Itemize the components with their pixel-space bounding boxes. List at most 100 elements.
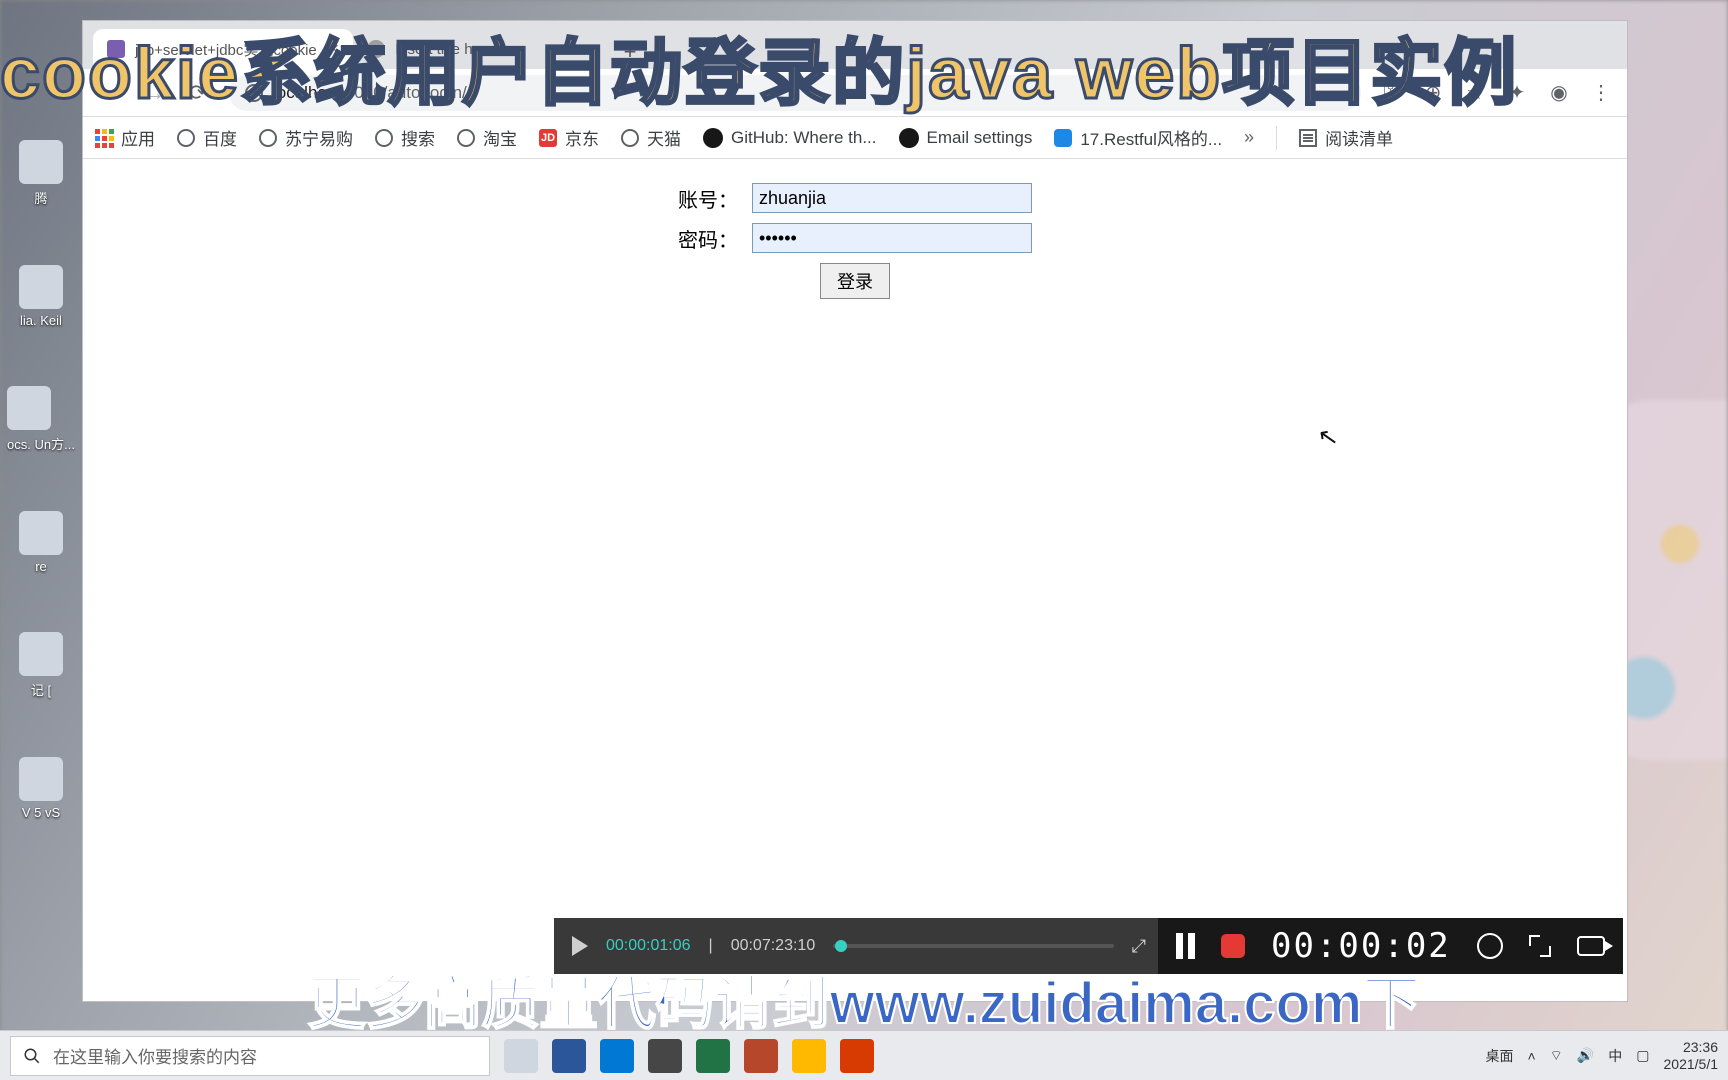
total-time: 00:07:23:10 [731,937,816,955]
globe-icon [375,129,393,147]
taskbar-app-icon[interactable] [600,1039,634,1073]
password-input[interactable] [752,223,1032,253]
login-form: 账号： 密码： 登录 [600,177,1110,305]
page-viewport: 账号： 密码： 登录 ↖ [83,159,1627,1001]
tab-active[interactable]: jsp+servlet+jdbc实现cookie × [93,29,353,69]
screenshot-icon[interactable] [1477,933,1503,959]
tab-title: jsp+servlet+jdbc实现cookie [135,39,317,60]
favicon-icon [367,40,385,58]
zoom-icon[interactable]: ⊕ [1421,81,1445,105]
taskbar-search[interactable]: 在这里输入你要搜索的内容 [10,1036,490,1076]
taskbar-app-icon[interactable] [648,1039,682,1073]
record-elapsed: 00:00:02 [1271,926,1451,966]
tray-battery-icon[interactable]: ▢ [1636,1047,1649,1064]
progress-thumb[interactable] [835,940,847,952]
browser-window: jsp+servlet+jdbc实现cookie × Insert title … [82,20,1628,1002]
tray-ime-icon[interactable]: 中 [1608,1046,1622,1066]
tab-strip: jsp+servlet+jdbc实现cookie × Insert title … [83,21,1627,69]
apps-icon [95,129,113,147]
desktop-icon[interactable]: ocs. Un方... [7,386,75,453]
separator [1276,126,1277,150]
desktop-icon[interactable]: lia. Keil [19,265,63,328]
progress-track[interactable] [833,944,1113,948]
desktop-icons-column: 腾 lia. Keil ocs. Un方... re 记 [ V 5 vS [0,140,82,820]
bookmark-item[interactable]: 百度 [177,125,237,150]
globe-icon [621,129,639,147]
back-button[interactable]: ← [97,80,123,106]
play-button[interactable] [572,936,588,956]
desktop-icon[interactable]: re [19,511,63,574]
taskbar-app-icon[interactable] [840,1039,874,1073]
time-sep: | [709,937,713,955]
bookmark-item[interactable]: GitHub: Where th... [703,128,877,148]
password-label: 密码： [672,219,744,257]
tray-chevron-icon[interactable]: ˄ [1527,1048,1535,1064]
taskbar-app-icon[interactable] [792,1039,826,1073]
favicon-icon [107,40,125,58]
globe-icon [177,129,195,147]
system-tray: 桌面 ˄ ⌔ 🔊 中 ▢ 23:36 2021/5/1 [1485,1039,1718,1073]
new-tab-button[interactable]: + [613,35,647,69]
url-text: localhost:8080/autoLogin/ [273,83,467,103]
bookmarks-bar: 应用 百度 苏宁易购 搜索 淘宝 JD京东 天猫 GitHub: Where t… [83,117,1627,159]
search-placeholder: 在这里输入你要搜索的内容 [53,1043,257,1068]
forward-button[interactable]: → [141,80,167,106]
toolbar: ← → ⟳ i localhost:8080/autoLogin/ ⚿ ⊕ ☆ … [83,69,1627,117]
reading-list-button[interactable]: 阅读清单 [1299,125,1393,150]
tray-volume-icon[interactable]: 🔊 [1577,1047,1594,1064]
camera-icon[interactable] [1577,936,1605,956]
reload-button[interactable]: ⟳ [185,80,211,106]
fullscreen-icon[interactable] [1529,935,1551,957]
desktop-icon[interactable]: 腾 [19,140,63,207]
clock-date: 2021/5/1 [1664,1056,1719,1073]
globe-icon [259,129,277,147]
github-icon [703,128,723,148]
close-icon[interactable]: × [328,39,339,60]
desktop-icon[interactable]: V 5 vS [19,757,63,820]
video-player-bar: 00:00:01:06 | 00:07:23:10 ⤢ [554,918,1164,974]
profile-avatar-icon[interactable]: ◉ [1547,81,1571,105]
tray-wifi-icon[interactable]: ⌔ [1550,1047,1563,1065]
desktop-icon[interactable]: 记 [ [19,632,63,699]
bookmark-star-icon[interactable]: ☆ [1463,81,1487,105]
tray-desktop-label[interactable]: 桌面 [1485,1046,1513,1066]
login-button[interactable]: 登录 [820,263,890,299]
bookmark-apps[interactable]: 应用 [95,125,155,150]
bookmark-item[interactable]: 天猫 [621,125,681,150]
bookmarks-overflow-button[interactable]: » [1244,127,1254,148]
bookmark-item[interactable]: 搜索 [375,125,435,150]
site-info-icon[interactable]: i [245,84,263,102]
site-icon [1054,129,1072,147]
search-icon [23,1047,41,1065]
address-bar[interactable]: i localhost:8080/autoLogin/ [229,75,1361,111]
tab-title: Insert title here [395,41,494,58]
pause-button[interactable] [1176,933,1195,959]
taskbar-app-icon[interactable] [696,1039,730,1073]
taskbar-app-icon[interactable] [744,1039,778,1073]
reading-list-icon [1299,129,1317,147]
close-icon[interactable]: × [588,39,599,60]
task-view-icon[interactable] [504,1039,538,1073]
clock-time: 23:36 [1664,1039,1719,1056]
bookmark-item[interactable]: Email settings [899,128,1033,148]
tab-inactive[interactable]: Insert title here × [353,29,613,69]
password-key-icon[interactable]: ⚿ [1379,81,1403,105]
bookmark-item[interactable]: 17.Restful风格的... [1054,125,1222,150]
taskbar-app-icon[interactable] [552,1039,586,1073]
mouse-cursor-icon: ↖ [1316,421,1341,453]
bookmark-item[interactable]: 苏宁易购 [259,125,353,150]
menu-dots-icon[interactable]: ⋮ [1589,81,1613,105]
taskbar-clock[interactable]: 23:36 2021/5/1 [1664,1039,1719,1073]
extensions-icon[interactable]: ✦ [1505,81,1529,105]
taskbar: 在这里输入你要搜索的内容 桌面 ˄ ⌔ 🔊 中 ▢ 23:36 2021/5/1 [0,1030,1728,1080]
stop-record-button[interactable] [1221,934,1245,958]
bookmark-item[interactable]: 淘宝 [457,125,517,150]
jd-icon: JD [539,129,557,147]
account-input[interactable] [752,183,1032,213]
screen-recorder-bar: 00:00:02 [1158,918,1623,974]
pip-icon[interactable]: ⤢ [1132,936,1146,957]
globe-icon [457,129,475,147]
github-icon [899,128,919,148]
bookmark-item[interactable]: JD京东 [539,125,599,150]
current-time: 00:00:01:06 [606,937,691,955]
